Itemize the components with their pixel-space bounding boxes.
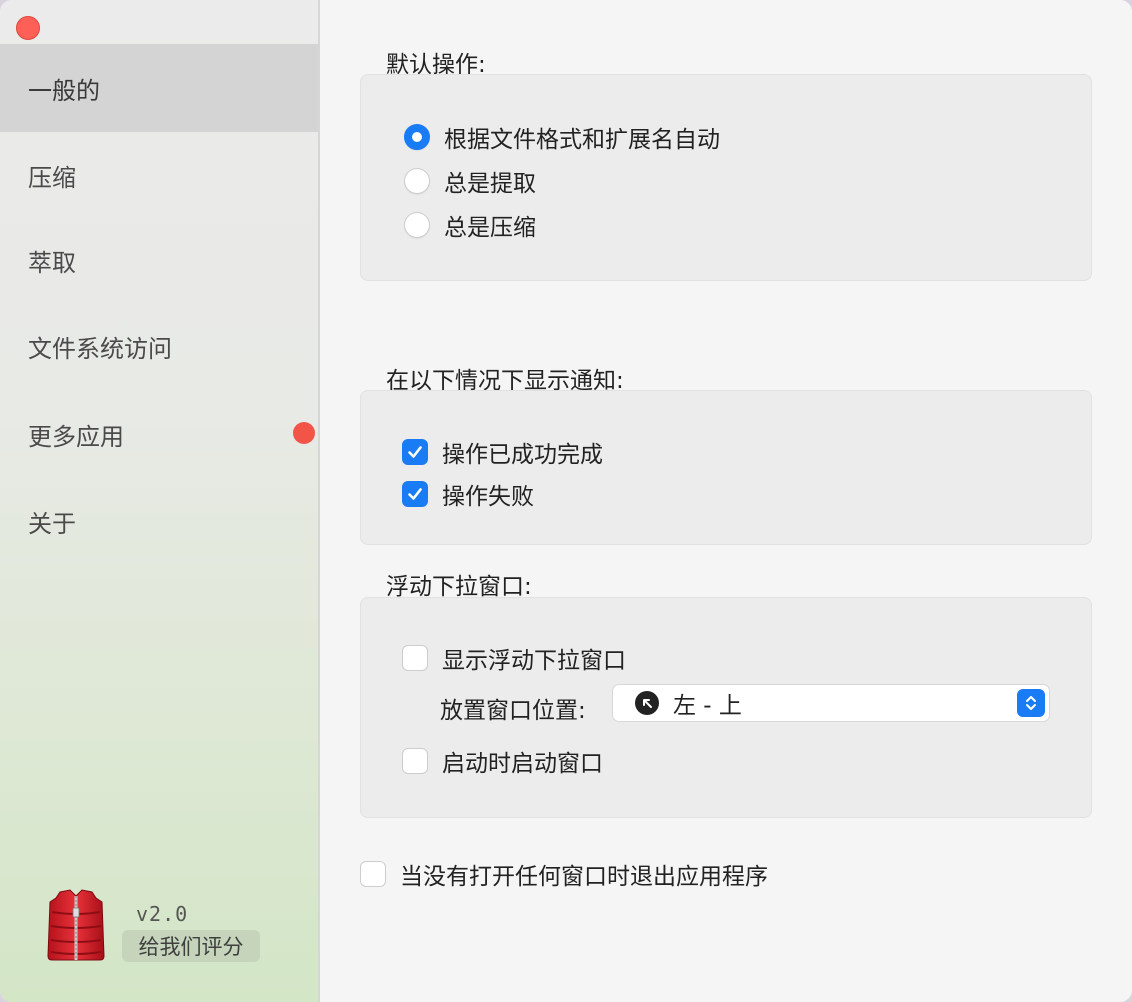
sidebar-item-label: 关于 [28,509,76,538]
sidebar-item-compress[interactable]: 压缩 [0,131,318,219]
sidebar-item-about[interactable]: 关于 [0,477,318,565]
checkbox-quit-when-no-windows[interactable]: 当没有打开任何窗口时退出应用程序 [360,857,768,891]
checkbox-failure[interactable]: 操作失败 [402,477,534,511]
position-select[interactable]: 左 - 上 [612,684,1050,722]
sidebar-item-label: 压缩 [28,163,76,192]
checkbox-checked-icon[interactable] [402,439,428,465]
section-title-floating: 浮动下拉窗口: [386,574,532,600]
radio-unselected-icon[interactable] [404,168,430,194]
sidebar-item-more-apps[interactable]: 更多应用 [0,390,318,478]
close-window-button[interactable] [16,16,40,40]
checkbox-show-floating[interactable]: 显示浮动下拉窗口 [402,641,626,675]
chevron-up-down-icon[interactable] [1017,689,1045,717]
checkbox-label: 当没有打开任何窗口时退出应用程序 [400,864,768,890]
radio-unselected-icon[interactable] [404,212,430,238]
checkbox-unchecked-icon[interactable] [360,861,386,887]
position-label-text: 放置窗口位置: [440,698,586,724]
checkbox-unchecked-icon[interactable] [402,645,428,671]
checkbox-unchecked-icon[interactable] [402,748,428,774]
checkbox-success[interactable]: 操作已成功完成 [402,435,603,469]
radio-label: 总是压缩 [444,215,536,241]
checkbox-label: 显示浮动下拉窗口 [442,648,626,674]
checkbox-label: 启动时启动窗口 [442,751,603,777]
radio-always-compress[interactable]: 总是压缩 [404,208,536,242]
arrow-up-left-icon [635,691,659,715]
version-label: v2.0 [136,902,189,926]
notification-dot-icon [293,422,315,444]
sidebar-item-label: 文件系统访问 [28,334,172,363]
sidebar-item-file-system-access[interactable]: 文件系统访问 [0,302,318,390]
radio-label: 根据文件格式和扩展名自动 [444,127,720,153]
radio-selected-icon[interactable] [404,124,430,150]
position-select-value: 左 - 上 [673,693,742,719]
main-panel: 默认操作: 根据文件格式和扩展名自动 总是提取 总是压缩 在以下情况下显示通知:… [320,0,1132,1002]
radio-always-extract[interactable]: 总是提取 [404,164,536,198]
sidebar: 一般的 压缩 萃取 文件系统访问 更多应用 关于 v2.0 给我们评分 [0,0,320,1002]
preferences-window: 一般的 压缩 萃取 文件系统访问 更多应用 关于 v2.0 给我们评分 默认操作… [0,0,1132,1002]
app-logo-icon [47,889,105,961]
radio-auto[interactable]: 根据文件格式和扩展名自动 [404,120,720,154]
checkbox-launch-at-start[interactable]: 启动时启动窗口 [402,744,603,778]
checkbox-label: 操作失败 [442,484,534,510]
checkbox-label: 操作已成功完成 [442,442,603,468]
radio-label: 总是提取 [444,171,536,197]
rate-us-button[interactable]: 给我们评分 [122,930,260,962]
sidebar-item-label: 更多应用 [28,422,124,451]
sidebar-item-general[interactable]: 一般的 [0,44,318,132]
sidebar-item-label: 一般的 [28,76,100,105]
sidebar-item-label: 萃取 [28,248,76,277]
checkbox-checked-icon[interactable] [402,481,428,507]
sidebar-item-extract[interactable]: 萃取 [0,216,318,304]
position-label: 放置窗口位置: [440,691,586,725]
